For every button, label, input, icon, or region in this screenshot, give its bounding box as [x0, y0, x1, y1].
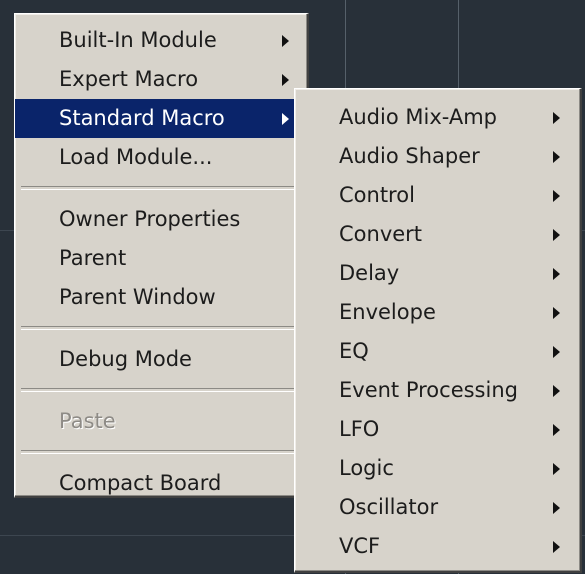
menu-separator	[21, 326, 301, 330]
standard-macro-submenu: Audio Mix-Amp Audio Shaper Control Conve…	[294, 88, 582, 573]
menu-item-label: Delay	[339, 261, 400, 285]
menu-item-expert-macro[interactable]: Expert Macro	[15, 60, 307, 99]
submenu-item-lfo[interactable]: LFO	[295, 410, 580, 449]
menu-item-label: Compact Board	[59, 471, 222, 495]
submenu-arrow-icon	[282, 113, 289, 125]
menu-item-debug-mode[interactable]: Debug Mode	[15, 340, 307, 379]
submenu-item-control[interactable]: Control	[295, 176, 580, 215]
menu-item-label: Parent Window	[59, 285, 216, 309]
menu-item-label: EQ	[339, 339, 369, 363]
submenu-arrow-icon	[553, 190, 560, 202]
menu-separator	[21, 388, 301, 392]
submenu-item-logic[interactable]: Logic	[295, 449, 580, 488]
menu-item-label: Event Processing	[339, 378, 518, 402]
submenu-arrow-icon	[553, 151, 560, 163]
menu-item-label: Oscillator	[339, 495, 439, 519]
submenu-arrow-icon	[553, 385, 560, 397]
menu-item-parent-window[interactable]: Parent Window	[15, 278, 307, 317]
menu-item-built-in-module[interactable]: Built-In Module	[15, 21, 307, 60]
menu-item-label: Paste	[59, 409, 116, 433]
menu-item-label: Built-In Module	[59, 28, 217, 52]
menu-item-label: Parent	[59, 246, 127, 270]
menu-item-label: Audio Mix-Amp	[339, 105, 498, 129]
submenu-item-event-processing[interactable]: Event Processing	[295, 371, 580, 410]
submenu-arrow-icon	[553, 541, 560, 553]
menu-item-parent[interactable]: Parent	[15, 239, 307, 278]
submenu-arrow-icon	[553, 424, 560, 436]
menu-item-label: Control	[339, 183, 415, 207]
submenu-item-vcf[interactable]: VCF	[295, 527, 580, 566]
menu-item-label: Audio Shaper	[339, 144, 480, 168]
submenu-item-oscillator[interactable]: Oscillator	[295, 488, 580, 527]
submenu-item-delay[interactable]: Delay	[295, 254, 580, 293]
submenu-item-envelope[interactable]: Envelope	[295, 293, 580, 332]
menu-separator	[21, 186, 301, 190]
menu-separator	[21, 450, 301, 454]
menu-item-label: Convert	[339, 222, 423, 246]
submenu-item-audio-shaper[interactable]: Audio Shaper	[295, 137, 580, 176]
menu-item-label: Expert Macro	[59, 67, 199, 91]
menu-item-label: VCF	[339, 534, 381, 558]
menu-item-paste: Paste	[15, 402, 307, 441]
submenu-item-audio-mix-amp[interactable]: Audio Mix-Amp	[295, 98, 580, 137]
menu-item-label: Load Module...	[59, 145, 213, 169]
submenu-arrow-icon	[282, 74, 289, 86]
menu-item-label: Envelope	[339, 300, 436, 324]
submenu-arrow-icon	[553, 229, 560, 241]
submenu-arrow-icon	[553, 307, 560, 319]
context-menu: Built-In Module Expert Macro Standard Ma…	[14, 13, 309, 498]
menu-item-label: Owner Properties	[59, 207, 241, 231]
menu-item-owner-properties[interactable]: Owner Properties	[15, 200, 307, 239]
menu-item-compact-board[interactable]: Compact Board	[15, 464, 307, 503]
submenu-arrow-icon	[553, 268, 560, 280]
submenu-arrow-icon	[553, 502, 560, 514]
menu-item-label: LFO	[339, 417, 380, 441]
submenu-arrow-icon	[553, 346, 560, 358]
submenu-arrow-icon	[553, 463, 560, 475]
submenu-item-eq[interactable]: EQ	[295, 332, 580, 371]
submenu-item-convert[interactable]: Convert	[295, 215, 580, 254]
menu-item-label: Debug Mode	[59, 347, 192, 371]
submenu-arrow-icon	[553, 112, 560, 124]
menu-item-standard-macro[interactable]: Standard Macro	[15, 99, 307, 138]
submenu-arrow-icon	[282, 35, 289, 47]
menu-item-label: Logic	[339, 456, 394, 480]
menu-item-label: Standard Macro	[59, 106, 225, 130]
menu-item-load-module[interactable]: Load Module...	[15, 138, 307, 177]
